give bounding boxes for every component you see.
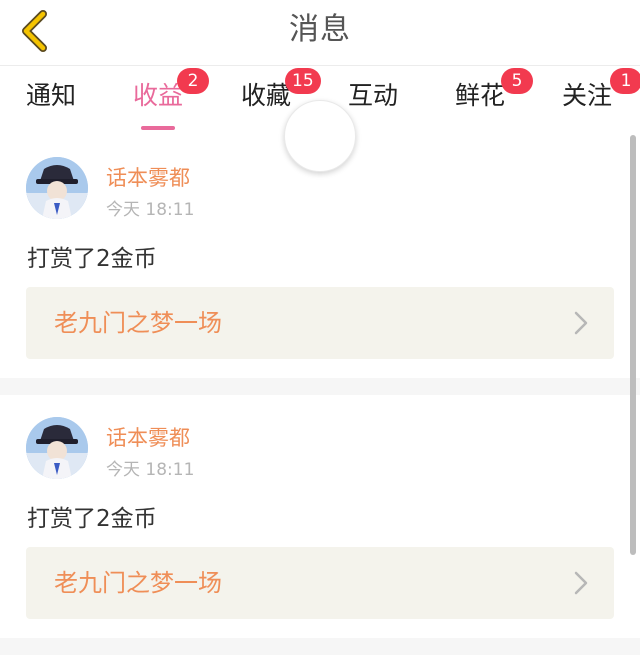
tab-badge: 15 <box>285 68 321 94</box>
tab-label: 收藏 <box>241 81 292 110</box>
message-text: 打赏了2金币 <box>27 506 157 532</box>
tab-follows[interactable]: 关注 1 <box>562 68 640 126</box>
tab-label: 通知 <box>26 81 77 110</box>
timestamp: 今天 18:11 <box>106 200 195 220</box>
header-bar: 消息 <box>0 0 640 66</box>
avatar-image <box>26 417 88 479</box>
avatar-image <box>26 157 88 219</box>
list-separator <box>0 638 640 655</box>
tab-interactions[interactable]: 互动 <box>348 76 398 126</box>
chevron-right-icon <box>574 571 588 595</box>
tab-badge: 2 <box>177 68 209 94</box>
floating-button[interactable] <box>284 100 356 172</box>
username[interactable]: 话本雾都 <box>106 162 190 192</box>
book-link[interactable]: 老九门之梦一场 <box>26 287 614 359</box>
username[interactable]: 话本雾都 <box>106 422 190 452</box>
book-title: 老九门之梦一场 <box>54 309 222 337</box>
book-title: 老九门之梦一场 <box>54 569 222 597</box>
tab-label: 鲜花 <box>455 81 506 110</box>
list-separator <box>0 378 640 395</box>
tab-favorites[interactable]: 收藏 15 <box>241 68 321 126</box>
message-text: 打赏了2金币 <box>27 246 157 272</box>
timestamp: 今天 18:11 <box>106 460 195 480</box>
active-tab-indicator <box>141 126 175 130</box>
avatar[interactable] <box>26 417 88 479</box>
book-link[interactable]: 老九门之梦一场 <box>26 547 614 619</box>
tab-label: 互动 <box>348 81 399 110</box>
messages-screen: 消息 通知 收益 2 收藏 15 互动 鲜花 5 关注 1 话本雾都 今天 18… <box>0 0 640 670</box>
tab-earnings[interactable]: 收益 2 <box>133 68 209 130</box>
avatar[interactable] <box>26 157 88 219</box>
page-title: 消息 <box>289 12 351 47</box>
scrollbar[interactable] <box>630 135 636 555</box>
message-item: 话本雾都 今天 18:11 打赏了2金币 老九门之梦一场 <box>0 395 640 638</box>
tab-flowers[interactable]: 鲜花 5 <box>455 68 533 126</box>
chevron-right-icon <box>574 311 588 335</box>
tab-badge: 1 <box>610 68 640 94</box>
tab-notifications[interactable]: 通知 <box>26 76 76 126</box>
tab-label: 收益 <box>133 81 184 110</box>
message-list: 话本雾都 今天 18:11 打赏了2金币 老九门之梦一场 话本雾都 今天 18:… <box>0 135 640 655</box>
tab-badge: 5 <box>501 68 533 94</box>
tab-label: 关注 <box>562 81 613 110</box>
